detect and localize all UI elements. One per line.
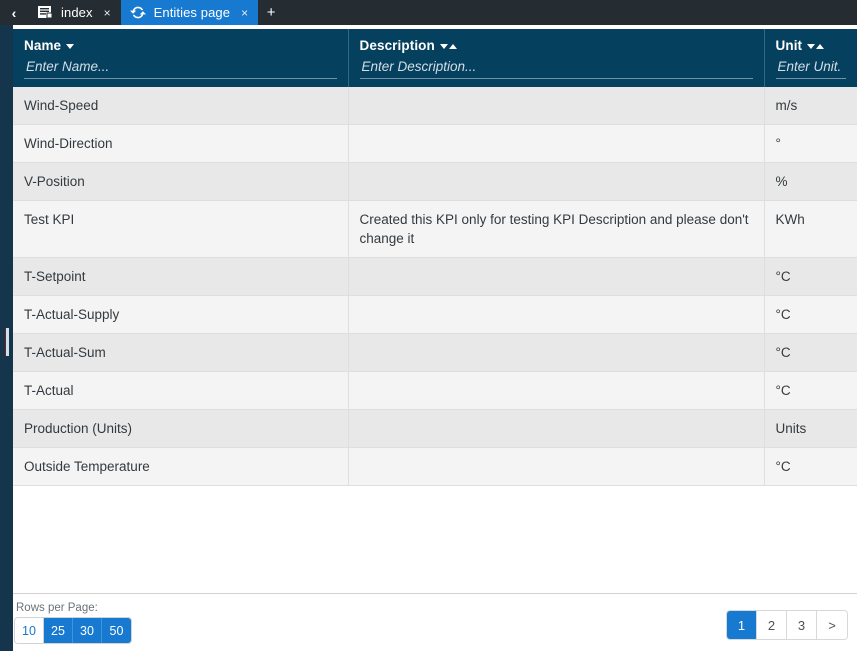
rows-per-page-option-50[interactable]: 50 — [102, 618, 131, 643]
cell-name: T-Actual — [13, 372, 348, 410]
cell-description — [348, 372, 764, 410]
cell-name: T-Actual-Sum — [13, 334, 348, 372]
cell-unit: °C — [764, 296, 857, 334]
column-header-description[interactable]: Description — [348, 29, 764, 87]
cell-description — [348, 410, 764, 448]
chevron-left-icon: ‹ — [12, 5, 17, 21]
cell-description — [348, 163, 764, 201]
tab-entities-page-close-icon[interactable]: × — [239, 6, 250, 20]
table-row[interactable]: Wind-Direction ° — [13, 125, 857, 163]
cell-name: Wind-Speed — [13, 87, 348, 125]
cell-name: Outside Temperature — [13, 448, 348, 486]
sort-descending-icon[interactable] — [66, 44, 74, 49]
column-header-name-label: Name — [24, 38, 61, 53]
rows-per-page-label: Rows per Page: — [16, 602, 98, 614]
rows-per-page-option-30[interactable]: 30 — [73, 618, 102, 643]
back-navigation-button[interactable]: ‹ — [0, 0, 28, 25]
report-icon — [37, 5, 54, 21]
plus-icon: + — [267, 4, 276, 21]
column-header-description-label: Description — [360, 38, 435, 53]
cell-unit: °C — [764, 372, 857, 410]
entities-table: Name Description — [13, 29, 857, 486]
sort-ascending-icon[interactable] — [816, 44, 824, 49]
cell-description: Created this KPI only for testing KPI De… — [348, 201, 764, 258]
pagination-next-button[interactable]: > — [817, 611, 847, 639]
sidebar-resize-handle[interactable] — [5, 328, 9, 356]
browser-tab-bar: ‹ index × Entities page × + — [0, 0, 857, 25]
table-row[interactable]: Wind-Speed m/s — [13, 87, 857, 125]
table-row[interactable]: Outside Temperature °C — [13, 448, 857, 486]
column-header-unit[interactable]: Unit — [764, 29, 857, 87]
table-row[interactable]: T-Actual °C — [13, 372, 857, 410]
column-header-unit-label: Unit — [776, 38, 803, 53]
table-row[interactable]: T-Setpoint °C — [13, 258, 857, 296]
tab-index-label: index — [61, 5, 93, 20]
sort-controls-description[interactable] — [440, 44, 457, 49]
table-row[interactable]: T-Actual-Supply °C — [13, 296, 857, 334]
rows-per-page-group: 10253050 — [15, 618, 131, 643]
pagination-controls: 123> — [727, 611, 847, 639]
cell-description — [348, 448, 764, 486]
table-row[interactable]: V-Position% — [13, 163, 857, 201]
new-tab-button[interactable]: + — [258, 0, 284, 25]
table-body: Wind-Speedm/sWind-Direction°V-Position%T… — [13, 87, 857, 486]
filter-input-unit[interactable] — [776, 58, 847, 79]
cell-name: Wind-Direction — [13, 125, 348, 163]
pagination-page-3[interactable]: 3 — [787, 611, 817, 639]
pagination-page-1[interactable]: 1 — [727, 611, 757, 639]
cell-description — [348, 87, 764, 125]
cell-name: Production (Units) — [13, 410, 348, 448]
sort-controls-unit[interactable] — [807, 44, 824, 49]
entities-page-content: Name Description — [13, 25, 857, 651]
filter-input-name[interactable] — [24, 58, 337, 79]
cell-description — [348, 334, 764, 372]
cell-description — [348, 296, 764, 334]
cell-unit: Units — [764, 410, 857, 448]
sort-descending-icon[interactable] — [807, 44, 815, 49]
table-row[interactable]: T-Actual-Sum °C — [13, 334, 857, 372]
refresh-icon — [130, 5, 147, 21]
tab-entities-page-label: Entities page — [154, 5, 230, 20]
cell-description — [348, 258, 764, 296]
cell-name: T-Actual-Supply — [13, 296, 348, 334]
table-row[interactable]: Test KPICreated this KPI only for testin… — [13, 201, 857, 258]
cell-unit: °C — [764, 258, 857, 296]
sort-descending-icon[interactable] — [440, 44, 448, 49]
cell-name: Test KPI — [13, 201, 348, 258]
cell-name: T-Setpoint — [13, 258, 348, 296]
cell-unit: ° — [764, 125, 857, 163]
rows-per-page-option-25[interactable]: 25 — [44, 618, 73, 643]
table-row[interactable]: Production (Units) Units — [13, 410, 857, 448]
cell-description — [348, 125, 764, 163]
cell-unit: °C — [764, 448, 857, 486]
tab-index-close-icon[interactable]: × — [102, 6, 113, 20]
table-footer: Rows per Page: 10253050 123> — [13, 593, 857, 651]
tab-index[interactable]: index × — [28, 0, 121, 25]
cell-unit: KWh — [764, 201, 857, 258]
column-header-name[interactable]: Name — [13, 29, 348, 87]
pagination-page-2[interactable]: 2 — [757, 611, 787, 639]
left-rail — [0, 25, 13, 651]
table-header-row: Name Description — [13, 29, 857, 87]
filter-input-description[interactable] — [360, 58, 753, 79]
sort-controls-name[interactable] — [66, 44, 74, 49]
rows-per-page-option-10[interactable]: 10 — [15, 618, 44, 643]
cell-unit: °C — [764, 334, 857, 372]
cell-unit: m/s — [764, 87, 857, 125]
cell-name: V-Position — [13, 163, 348, 201]
cell-unit: % — [764, 163, 857, 201]
sort-ascending-icon[interactable] — [449, 44, 457, 49]
table-header: Name Description — [13, 29, 857, 87]
tab-entities-page[interactable]: Entities page × — [121, 0, 258, 25]
